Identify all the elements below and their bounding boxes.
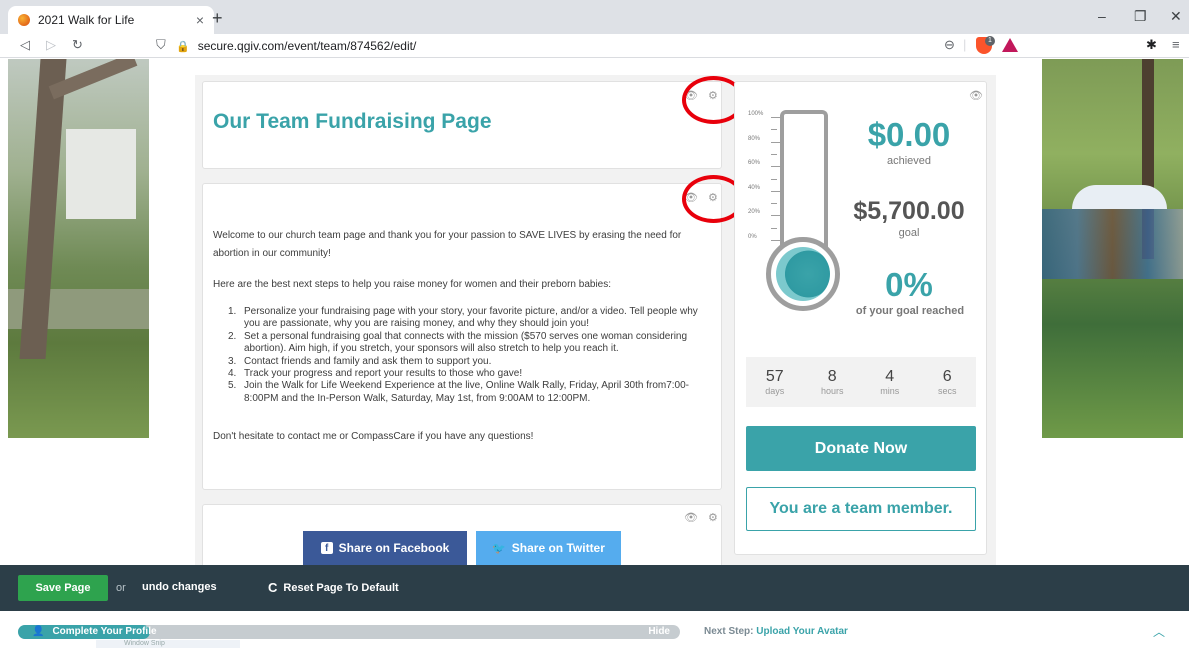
address-bar: ◁ ▷ ↻ ⛉ 🔒 secure.qgiv.com/event/team/874… bbox=[0, 34, 1189, 58]
extensions-icon[interactable]: ✱ bbox=[1146, 37, 1157, 53]
countdown-days: 57 days bbox=[765, 368, 785, 396]
browser-tab-bar: 2021 Walk for Life × + – ❐ ✕ bbox=[0, 0, 1189, 34]
countdown-mins: 4 mins bbox=[880, 368, 900, 396]
tick-label: 60% bbox=[748, 160, 761, 166]
undo-changes-link[interactable]: undo changes bbox=[142, 581, 217, 593]
url-text: secure.qgiv.com/event/team/874562/edit/ bbox=[197, 39, 417, 53]
photo-tent bbox=[1072, 185, 1167, 209]
complete-profile-label: Complete Your Profile bbox=[52, 626, 157, 637]
thermometer-tick bbox=[771, 153, 777, 155]
goal-label: goal bbox=[898, 227, 920, 239]
share-twitter-button[interactable]: 🐦 Share on Twitter bbox=[476, 531, 621, 565]
restore-window-button[interactable]: ❐ bbox=[1134, 8, 1147, 25]
hide-button[interactable]: Hide bbox=[648, 626, 670, 637]
visibility-eye-icon[interactable]: 👁 bbox=[684, 511, 698, 524]
twitter-icon: 🐦 bbox=[492, 542, 506, 555]
back-icon[interactable]: ◁ bbox=[20, 37, 30, 53]
reset-icon: C bbox=[268, 580, 278, 595]
goal-amount: $5,700.00 bbox=[853, 197, 965, 225]
visibility-eye-icon[interactable]: 👁 bbox=[969, 89, 983, 102]
thermometer-tick bbox=[771, 166, 781, 168]
thermometer-tick bbox=[771, 203, 777, 205]
new-tab-button[interactable]: + bbox=[212, 8, 223, 29]
window-snip-label: Window Snip bbox=[96, 640, 240, 648]
tick-label: 0% bbox=[748, 234, 757, 240]
tick-label: 80% bbox=[748, 136, 761, 142]
lead-paragraph: Here are the best next steps to help you… bbox=[213, 279, 612, 290]
browser-tab[interactable]: 2021 Walk for Life × bbox=[8, 6, 214, 34]
shields-count-badge: 1 bbox=[985, 36, 995, 46]
percent-reached: 0% bbox=[885, 266, 933, 303]
browser-menu-icon[interactable]: ≡ bbox=[1172, 37, 1180, 52]
next-step: Next Step: Upload Your Avatar bbox=[704, 626, 848, 637]
zoom-icon[interactable]: ⊖ bbox=[944, 37, 955, 53]
lock-icon: 🔒 bbox=[176, 40, 190, 53]
tick-label: 100% bbox=[748, 111, 764, 117]
bookmark-icon[interactable]: ⛉ bbox=[156, 37, 166, 53]
list-item: 4. Track your progress and report your re… bbox=[228, 368, 523, 380]
background-photo-left bbox=[8, 59, 149, 438]
site-favicon-icon bbox=[18, 14, 30, 26]
reload-icon[interactable]: ↻ bbox=[72, 37, 83, 53]
thermometer-tick bbox=[771, 178, 777, 180]
reset-page-button[interactable]: C Reset Page To Default bbox=[268, 580, 399, 595]
user-icon: 👤 bbox=[32, 626, 45, 637]
countdown-secs: 6 secs bbox=[937, 368, 957, 396]
closing-paragraph: Don't hesitate to contact me or CompassC… bbox=[213, 431, 534, 442]
tab-close-icon[interactable]: × bbox=[196, 12, 204, 28]
intro-paragraph: Welcome to our church team page and than… bbox=[213, 230, 682, 259]
minimize-window-button[interactable]: – bbox=[1098, 8, 1106, 24]
thermometer-tick bbox=[771, 240, 781, 241]
url-field[interactable]: 🔒 secure.qgiv.com/event/team/874562/edit… bbox=[176, 36, 1026, 56]
list-item: 3. Contact friends and family and ask the… bbox=[228, 355, 492, 367]
forward-icon[interactable]: ▷ bbox=[46, 37, 56, 53]
list-item: 5. Join the Walk for Life Weekend Experie… bbox=[228, 380, 690, 404]
tick-label: 20% bbox=[748, 209, 761, 215]
brave-rewards-icon[interactable] bbox=[1002, 38, 1018, 52]
donate-now-button[interactable]: Donate Now bbox=[746, 426, 976, 471]
thermometer-tick bbox=[771, 117, 781, 118]
upload-avatar-link[interactable]: Upload Your Avatar bbox=[756, 626, 848, 637]
list-item: 1. Personalize your fundraising page with… bbox=[228, 306, 698, 330]
photo-crowd bbox=[1042, 209, 1183, 279]
countdown-timer: 57 days 8 hours 4 mins 6 secs bbox=[746, 357, 976, 407]
save-page-button[interactable]: Save Page bbox=[18, 575, 108, 601]
background-photo-right bbox=[1042, 59, 1183, 438]
team-member-button[interactable]: You are a team member. bbox=[746, 487, 976, 531]
achieved-label: achieved bbox=[886, 155, 932, 167]
tick-label: 40% bbox=[748, 185, 761, 191]
list-item: 2. Set a personal fundraising goal that c… bbox=[228, 330, 688, 355]
photo-wall bbox=[66, 129, 136, 219]
percent-label: of your goal reached bbox=[855, 305, 965, 317]
thermometer-tick bbox=[771, 190, 781, 192]
page-title: Our Team Fundraising Page bbox=[213, 110, 492, 133]
thermometer-tick bbox=[771, 141, 781, 143]
address-divider: | bbox=[963, 37, 967, 52]
profile-progress-bar: 👤 Complete Your Profile Hide Next Step: … bbox=[0, 611, 1189, 648]
share-facebook-button[interactable]: f Share on Facebook bbox=[303, 531, 467, 565]
settings-gear-icon[interactable]: ⚙ bbox=[708, 511, 718, 524]
tab-title: 2021 Walk for Life bbox=[38, 13, 135, 27]
facebook-icon: f bbox=[320, 542, 333, 554]
steps-list: 1. Personalize your fundraising page with… bbox=[228, 306, 710, 405]
thermometer-tick bbox=[771, 129, 777, 131]
profile-progress-track: 👤 Complete Your Profile Hide bbox=[18, 625, 680, 639]
edit-toolbar: Save Page or undo changes C Reset Page T… bbox=[0, 565, 1189, 611]
thermometer-fill bbox=[776, 247, 830, 301]
thermometer-tick bbox=[771, 215, 781, 217]
thermometer-tick bbox=[771, 227, 777, 229]
page-viewport: Our Team Fundraising Page 👁 ⚙ 👁 ⚙ Welcom… bbox=[0, 59, 1189, 565]
chevron-up-icon[interactable]: ︿ bbox=[1153, 623, 1165, 640]
close-window-button[interactable]: ✕ bbox=[1170, 8, 1182, 25]
achieved-amount: $0.00 bbox=[867, 116, 951, 153]
share-card-tools: 👁 ⚙ bbox=[684, 511, 718, 524]
countdown-hours: 8 hours bbox=[820, 368, 844, 396]
or-text: or bbox=[116, 582, 126, 594]
